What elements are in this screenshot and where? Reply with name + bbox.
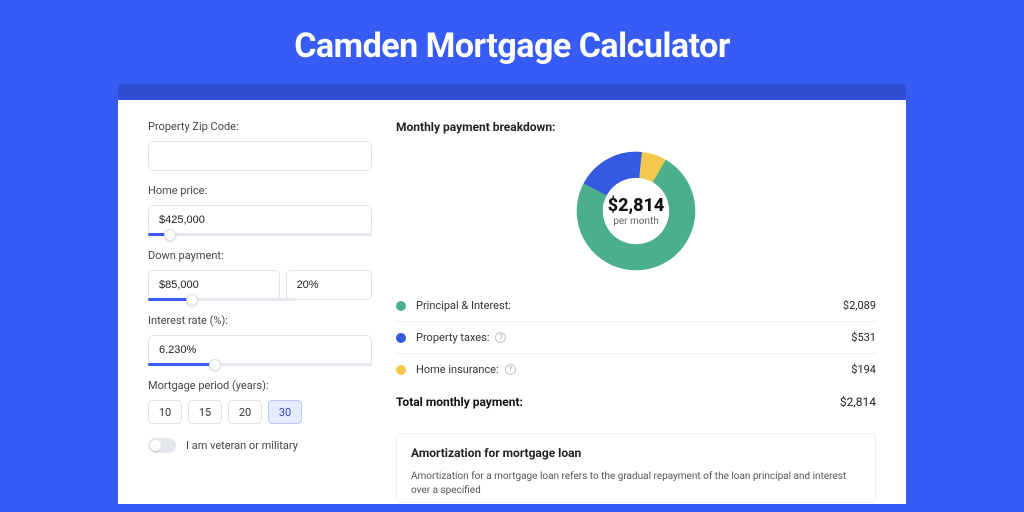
interest-rate-input[interactable] bbox=[148, 335, 372, 365]
amortization-box: Amortization for mortgage loan Amortizat… bbox=[396, 433, 876, 503]
interest-rate-slider[interactable] bbox=[148, 363, 372, 366]
legend-dot bbox=[396, 333, 406, 343]
home-price-field: Home price: bbox=[148, 184, 372, 236]
veteran-toggle-row: I am veteran or military bbox=[148, 438, 372, 453]
total-label: Total monthly payment: bbox=[396, 395, 840, 409]
breakdown-title: Monthly payment breakdown: bbox=[396, 120, 876, 134]
home-price-label: Home price: bbox=[148, 184, 372, 197]
amortization-title: Amortization for mortgage loan bbox=[411, 446, 861, 460]
donut-chart: $2,814 per month bbox=[575, 150, 697, 272]
legend-dot bbox=[396, 365, 406, 375]
mortgage-period-field: Mortgage period (years): 10152030 bbox=[148, 379, 372, 424]
donut-sub: per month bbox=[613, 216, 659, 227]
down-payment-pct-input[interactable] bbox=[286, 270, 372, 300]
period-button-20[interactable]: 20 bbox=[228, 400, 262, 424]
form-column: Property Zip Code: Home price: Down paym… bbox=[148, 120, 396, 504]
mortgage-period-label: Mortgage period (years): bbox=[148, 379, 372, 392]
help-icon[interactable]: ? bbox=[505, 364, 516, 375]
legend-row: Property taxes:?$531 bbox=[396, 322, 876, 354]
breakdown-column: Monthly payment breakdown: $2,814 per mo… bbox=[396, 120, 876, 504]
legend-row: Home insurance:?$194 bbox=[396, 354, 876, 385]
period-button-30[interactable]: 30 bbox=[268, 400, 302, 424]
donut-chart-wrap: $2,814 per month bbox=[396, 142, 876, 290]
total-row: Total monthly payment: $2,814 bbox=[396, 385, 876, 415]
amortization-text: Amortization for a mortgage loan refers … bbox=[411, 470, 861, 498]
page-title: Camden Mortgage Calculator bbox=[0, 0, 1024, 84]
calculator-card: Property Zip Code: Home price: Down paym… bbox=[118, 84, 906, 504]
home-price-input[interactable] bbox=[148, 205, 372, 235]
period-button-15[interactable]: 15 bbox=[188, 400, 222, 424]
legend-label: Home insurance:? bbox=[416, 363, 851, 376]
legend-dot bbox=[396, 301, 406, 311]
veteran-toggle[interactable] bbox=[148, 438, 176, 453]
veteran-toggle-label: I am veteran or military bbox=[186, 439, 298, 452]
slider-thumb[interactable] bbox=[186, 294, 198, 306]
donut-amount: $2,814 bbox=[608, 195, 665, 216]
legend-label: Property taxes:? bbox=[416, 331, 851, 344]
help-icon[interactable]: ? bbox=[495, 332, 506, 343]
interest-rate-label: Interest rate (%): bbox=[148, 314, 372, 327]
total-value: $2,814 bbox=[840, 395, 876, 409]
legend-value: $531 bbox=[851, 331, 876, 344]
down-payment-slider[interactable] bbox=[148, 298, 296, 301]
down-payment-field: Down payment: bbox=[148, 249, 372, 301]
zip-input[interactable] bbox=[148, 141, 372, 171]
legend-value: $194 bbox=[851, 363, 876, 376]
zip-field: Property Zip Code: bbox=[148, 120, 372, 171]
slider-thumb[interactable] bbox=[164, 229, 176, 241]
down-payment-input[interactable] bbox=[148, 270, 280, 300]
legend-row: Principal & Interest:$2,089 bbox=[396, 290, 876, 322]
period-button-10[interactable]: 10 bbox=[148, 400, 182, 424]
legend-value: $2,089 bbox=[843, 299, 876, 312]
interest-rate-field: Interest rate (%): bbox=[148, 314, 372, 366]
zip-label: Property Zip Code: bbox=[148, 120, 372, 133]
down-payment-label: Down payment: bbox=[148, 249, 372, 262]
slider-thumb[interactable] bbox=[209, 359, 221, 371]
legend-label: Principal & Interest: bbox=[416, 299, 843, 312]
home-price-slider[interactable] bbox=[148, 233, 372, 236]
slider-fill bbox=[148, 363, 215, 366]
mortgage-period-group: 10152030 bbox=[148, 400, 372, 424]
